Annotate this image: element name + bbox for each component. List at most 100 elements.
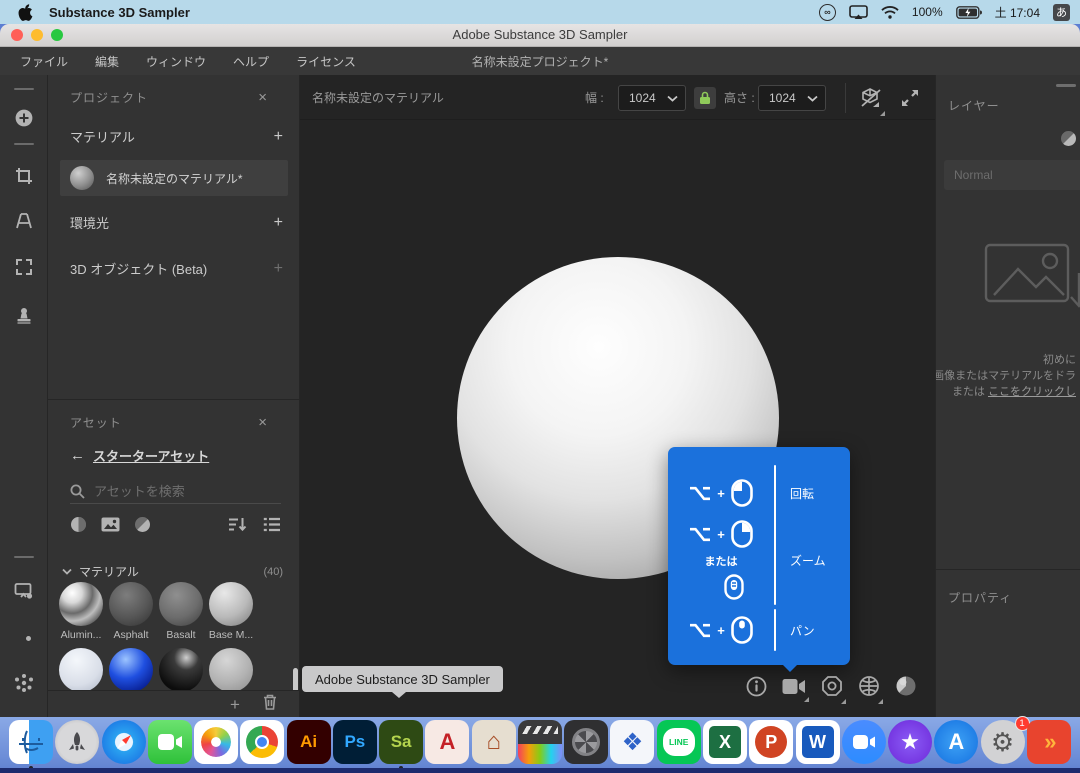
popup-tail [782,664,798,672]
dock-autocad-icon[interactable]: A [425,720,469,764]
dock-finder-icon[interactable] [9,720,53,764]
sort-order-button[interactable] [228,517,247,537]
menubar-app-name[interactable]: Substance 3D Sampler [49,5,190,20]
gesture-or-label: または [705,553,738,569]
camera-button[interactable] [782,678,806,700]
materials-count: (40) [263,566,283,578]
asset-thumbnail[interactable] [108,647,154,692]
expand-viewport-button[interactable] [900,88,920,113]
back-arrow-icon[interactable]: ← [70,447,85,464]
asset-thumbnail[interactable]: Alumin... [58,581,104,641]
layer-environment-icon[interactable] [1060,130,1077,152]
material-list-item-selected[interactable]: 名称未設定のマテリアル* [60,160,288,196]
close-assets-panel-button[interactable]: × [258,415,267,430]
share-nodes-button[interactable] [0,673,48,693]
battery-charging-icon [956,6,982,19]
menu-license[interactable]: ライセンス [296,53,356,70]
list-view-button[interactable] [263,517,281,537]
filter-images-icon[interactable] [101,517,120,537]
dock-aperture-disk-app-icon[interactable] [564,720,608,764]
asset-thumbnail[interactable] [208,647,254,692]
blend-mode-dropdown[interactable]: Normal [944,160,1080,190]
menu-file[interactable]: ファイル [20,53,68,70]
view-mode-toggle-button[interactable] [860,87,882,114]
assets-panel: アセット × ← スターターアセット [48,400,300,717]
menu-edit[interactable]: 編集 [95,53,119,70]
dock-system-settings-icon[interactable]: ⚙ 1 [981,720,1025,764]
menubar-clock[interactable]: 土 17:04 [995,4,1040,21]
add-object3d-button[interactable]: + [274,261,283,277]
dock-zoom-icon[interactable] [842,720,886,764]
dock-substance-sampler-icon[interactable]: Sa [379,720,423,764]
add-layer-button[interactable] [0,108,48,128]
wifi-icon[interactable] [881,6,899,19]
delete-asset-button[interactable] [263,694,277,715]
object3d-section-label[interactable]: 3D オブジェクト (Beta) [70,259,207,278]
close-project-panel-button[interactable]: × [258,90,267,105]
click-here-link[interactable]: ここをクリックし [988,386,1076,398]
dock-powerpoint-icon[interactable]: P [749,720,793,764]
dock-line-icon[interactable]: LINE [657,720,701,764]
header-divider [845,83,846,113]
environment-section-label[interactable]: 環境光 [70,213,109,232]
width-dropdown[interactable]: 1024 [618,85,686,111]
dock-chrome-icon[interactable] [240,720,284,764]
marquee-select-button[interactable] [0,259,48,275]
dock-safari-icon[interactable] [102,720,146,764]
dock-word-icon[interactable]: W [796,720,840,764]
dock-sweet-home-3d-icon[interactable]: ⌂ [472,720,516,764]
input-method-badge[interactable]: あ [1053,4,1070,21]
viewport-3d[interactable]: 名称未設定のマテリアル 幅 : 1024 高さ : 1024 [300,75,935,717]
chevron-down-icon [62,568,72,575]
dock-3d-modeling-app-icon[interactable]: ❖ [610,720,654,764]
add-environment-button[interactable]: + [274,215,283,231]
dock-red-arrows-app-icon[interactable]: » [1027,720,1071,764]
asset-thumbnail[interactable] [158,647,204,692]
mouse-middle-button-icon [731,616,753,644]
display-settings-button[interactable] [0,582,48,600]
drop-hint-line2: 画像またはマテリアルをドラ [935,367,1076,383]
asset-thumbnail[interactable] [58,647,104,692]
perspective-tool-button[interactable] [0,212,48,230]
crop-tool-button[interactable] [0,167,48,185]
environment-settings-button[interactable] [0,624,48,644]
aspect-lock-button[interactable] [694,87,716,109]
creative-cloud-icon[interactable]: ∞ [819,4,836,21]
menu-window[interactable]: ウィンドウ [146,53,206,70]
filter-environments-icon[interactable] [134,516,151,538]
dock-facetime-icon[interactable] [148,720,192,764]
height-dropdown[interactable]: 1024 [758,85,826,111]
environment-sphere-button[interactable] [895,675,917,702]
dock-final-cut-pro-icon[interactable] [518,720,562,764]
dock-photoshop-icon[interactable]: Ps [333,720,377,764]
dock-imovie-icon[interactable]: ★ [888,720,932,764]
wireframe-globe-button[interactable] [858,675,880,702]
material-section-label[interactable]: マテリアル [70,127,135,146]
starter-assets-link[interactable]: スターターアセット [93,446,209,465]
asset-thumbnail[interactable]: Base M... [208,581,254,641]
panel-handle[interactable] [1056,84,1076,87]
stamp-tool-button[interactable] [0,307,48,325]
panel-handle[interactable] [14,88,34,90]
info-button[interactable] [746,676,767,702]
asset-thumbnail[interactable]: Basalt [158,581,204,641]
project-panel-title: プロジェクト [70,89,148,106]
screen-mirroring-icon[interactable] [849,5,868,20]
apple-menu-icon[interactable] [18,4,33,21]
search-input[interactable] [94,484,254,499]
lighting-button[interactable] [821,675,843,702]
dock-launchpad-icon[interactable] [55,720,99,764]
materials-section-header[interactable]: マテリアル (40) [62,563,283,580]
asset-search-field[interactable] [70,480,281,504]
add-material-button[interactable]: + [274,129,283,145]
dock-photos-icon[interactable] [194,720,238,764]
dock-illustrator-icon[interactable]: Ai [287,720,331,764]
menu-help[interactable]: ヘルプ [233,53,269,70]
asset-thumbnail[interactable]: Asphalt [108,581,154,641]
add-asset-button[interactable]: + [230,696,240,713]
dock-app-store-icon[interactable]: A [934,720,978,764]
filter-materials-icon[interactable] [70,516,87,538]
dock: Ai Ps Sa A ⌂ ❖ [0,717,1080,773]
navigation-gesture-popup: + 回転 + または [668,447,850,665]
dock-excel-icon[interactable]: X [703,720,747,764]
